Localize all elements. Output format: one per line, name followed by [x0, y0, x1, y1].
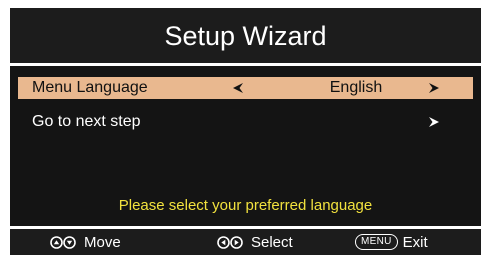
menu-area: Menu Language English Go to next step Pl…: [10, 66, 481, 229]
footer-select: Select: [217, 229, 293, 255]
right-arrow-icon[interactable]: [428, 116, 440, 128]
menu-item-label: Go to next step: [32, 113, 141, 130]
select-label: Select: [251, 233, 293, 251]
menu-item-next-step[interactable]: Go to next step: [18, 111, 473, 133]
setup-wizard-panel: Setup Wizard Menu Language English Go to…: [10, 8, 481, 255]
footer-exit: MENU Exit: [355, 229, 428, 255]
hint-text: Please select your preferred language: [118, 197, 373, 214]
left-right-buttons-icon: [217, 235, 243, 249]
up-down-buttons-icon: [50, 235, 76, 249]
left-arrow-icon[interactable]: [232, 82, 244, 94]
language-value: English: [329, 79, 383, 96]
footer-bar: Move Select MENU Exit: [10, 229, 481, 255]
page-title: Setup Wizard: [164, 21, 327, 51]
exit-label: Exit: [402, 233, 428, 251]
right-arrow-icon[interactable]: [428, 82, 440, 94]
menu-button-icon: MENU: [355, 234, 398, 250]
move-label: Move: [84, 233, 121, 251]
menu-item-menu-language[interactable]: Menu Language English: [18, 77, 473, 99]
footer-move: Move: [50, 229, 121, 255]
title-bar: Setup Wizard: [10, 8, 481, 66]
menu-item-label: Menu Language: [32, 79, 148, 96]
